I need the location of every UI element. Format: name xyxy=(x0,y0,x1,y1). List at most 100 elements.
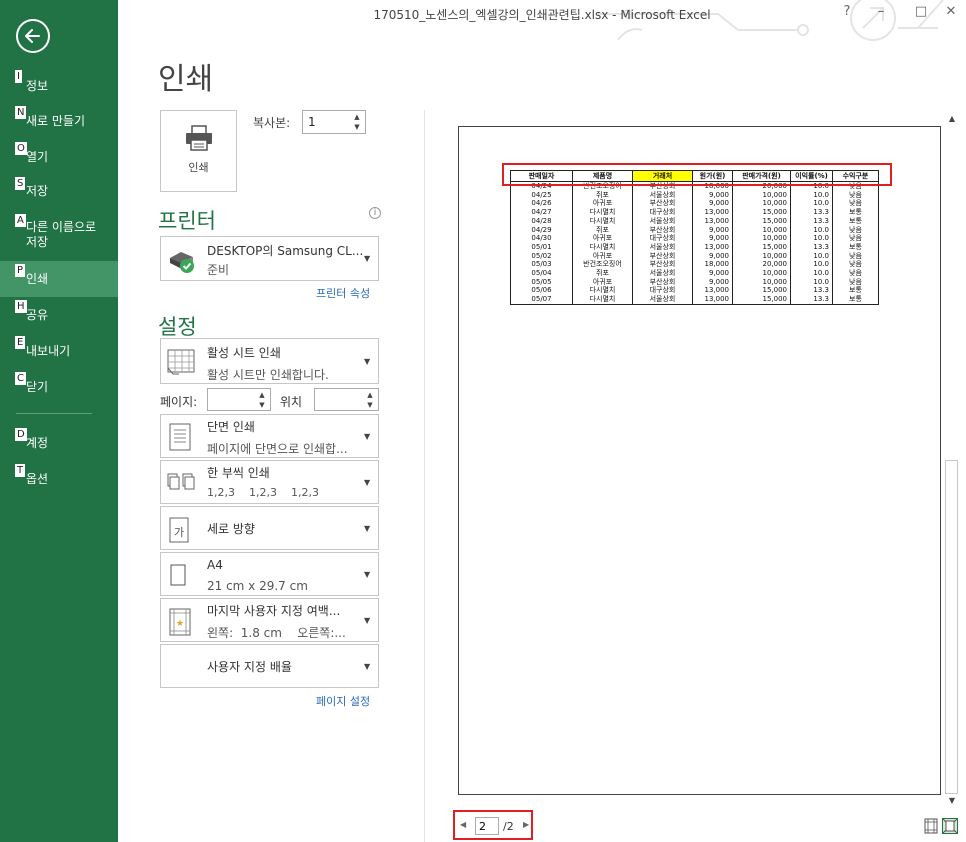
spin-up-icon[interactable]: ▲ xyxy=(364,390,376,400)
settings-heading: 설정 xyxy=(158,315,197,339)
spin-down-icon[interactable]: ▼ xyxy=(256,400,268,410)
nav-label: 열기 xyxy=(26,150,49,164)
table-cell: 대구상회 xyxy=(632,234,693,243)
table-cell: 보통 xyxy=(832,242,879,252)
table-cell: 15,000 xyxy=(732,295,791,305)
table-cell: 서울상회 xyxy=(632,269,693,278)
table-row: 04/26 아귀포 부산상회 9,000 10,000 10.0 낮음 xyxy=(510,199,879,209)
pane-divider xyxy=(424,110,425,842)
nav-new[interactable]: N 새로 만들기 xyxy=(0,106,118,136)
chevron-down-icon: ▼ xyxy=(364,478,371,487)
copies-spinner: ▲ ▼ xyxy=(302,110,366,134)
table-cell: 보통 xyxy=(832,286,879,296)
paper-size-dropdown[interactable]: A4 21 cm x 29.7 cm ▼ xyxy=(160,552,379,596)
printer-status: 준비 xyxy=(207,263,230,277)
table-cell: 9,000 xyxy=(692,190,733,200)
sides-title: 단면 인쇄 xyxy=(207,420,255,434)
table-cell: 서울상회 xyxy=(632,216,693,226)
keytip: D xyxy=(15,428,27,441)
nav-account[interactable]: D 계정 xyxy=(0,428,118,458)
minimize-button[interactable]: – xyxy=(870,4,892,24)
table-cell: 05/01 xyxy=(510,242,573,252)
nav-save-as[interactable]: A 다른 이름으로 저장 xyxy=(0,214,118,256)
scroll-up-icon[interactable]: ▲ xyxy=(945,112,959,126)
table-cell: 대구상회 xyxy=(632,208,693,217)
table-cell: 9,000 xyxy=(692,225,733,235)
scrollbar-thumb[interactable] xyxy=(945,460,958,794)
copies-input[interactable] xyxy=(303,111,347,133)
close-button[interactable]: ✕ xyxy=(940,4,962,24)
current-page-input[interactable] xyxy=(475,817,499,835)
table-cell: 9,000 xyxy=(692,199,733,209)
table-cell: 15,000 xyxy=(732,208,791,217)
nav-close[interactable]: C 닫기 xyxy=(0,372,118,402)
vertical-scrollbar[interactable]: ▲ ▼ xyxy=(944,110,960,810)
nav-print[interactable]: P 인쇄 xyxy=(0,261,118,297)
nav-export[interactable]: E 내보내기 xyxy=(0,336,118,366)
collate-dropdown[interactable]: 한 부씩 인쇄 1,2,3 1,2,3 1,2,3 ▼ xyxy=(160,460,379,504)
pages-to-input[interactable]: ▲ ▼ xyxy=(314,388,379,411)
show-margins-icon[interactable] xyxy=(923,818,939,834)
sides-subtitle: 페이지에 단면으로 인쇄합... xyxy=(207,442,348,456)
page-navigator: ◀ /2 ▶ xyxy=(453,810,533,840)
table-cell: 쥐포 xyxy=(572,225,633,235)
paper-icon xyxy=(170,564,186,586)
info-icon[interactable]: i xyxy=(369,207,381,219)
table-cell: 10,000 xyxy=(732,190,791,200)
printer-heading: 프린터 xyxy=(158,209,216,233)
keytip: E xyxy=(15,336,26,349)
printer-properties-link[interactable]: 프린터 속성 xyxy=(316,285,370,301)
orientation-dropdown[interactable]: 가 세로 방향 ▼ xyxy=(160,506,379,550)
table-cell: 13,000 xyxy=(692,242,733,252)
table-cell: 대구상회 xyxy=(632,286,693,296)
table-row: 05/06 다시멸치 대구상회 13,000 15,000 13.3 보통 xyxy=(510,286,879,296)
table-cell: 05/04 xyxy=(510,269,573,278)
printer-icon xyxy=(185,125,212,151)
nav-share[interactable]: H 공유 xyxy=(0,300,118,330)
table-cell: 보통 xyxy=(832,216,879,226)
excel-backstage: I 정보 N 새로 만들기 O 열기 S 저장 A 다른 이름으로 저장 P 인… xyxy=(0,0,966,842)
pages-from-input[interactable]: ▲ ▼ xyxy=(207,388,271,411)
spin-up-icon[interactable]: ▲ xyxy=(256,390,268,400)
print-what-dropdown[interactable]: 활성 시트 인쇄 활성 시트만 인쇄합니다. ▼ xyxy=(160,338,379,384)
spin-down-icon[interactable]: ▼ xyxy=(364,400,376,410)
table-cell: 10,000 xyxy=(732,234,791,243)
help-button[interactable]: ? xyxy=(836,4,858,24)
table-cell: 13.3 xyxy=(790,286,833,296)
table-row: 05/01 다시멸치 서울상회 13,000 15,000 13.3 보통 xyxy=(510,242,879,252)
chevron-down-icon: ▼ xyxy=(364,570,371,579)
nav-save[interactable]: S 저장 xyxy=(0,174,118,210)
nav-label: 계정 xyxy=(26,436,49,450)
table-cell: 낮음 xyxy=(832,269,879,278)
table-cell: 10.0 xyxy=(790,190,833,200)
scaling-dropdown[interactable]: 사용자 지정 배율 ▼ xyxy=(160,644,379,688)
nav-info[interactable]: I 정보 xyxy=(0,70,118,100)
svg-text:★: ★ xyxy=(176,619,184,629)
table-cell: 04/25 xyxy=(510,190,573,200)
nav-options[interactable]: T 옵션 xyxy=(0,464,118,494)
print-button[interactable]: 인쇄 xyxy=(160,110,237,192)
page-setup-link[interactable]: 페이지 설정 xyxy=(316,693,370,709)
prev-page-icon[interactable]: ◀ xyxy=(460,820,466,829)
margins-dropdown[interactable]: ★ 마지막 사용자 지정 여백... 왼쪽: 1.8 cm 오른쪽:... ▼ xyxy=(160,598,379,642)
maximize-button[interactable]: □ xyxy=(910,4,932,24)
spin-up-icon[interactable]: ▲ xyxy=(351,112,363,122)
table-cell: 20,000 xyxy=(732,260,791,270)
nav-label: 다른 이름으로 저장 xyxy=(26,220,97,249)
paper-title: A4 xyxy=(207,558,223,572)
table-cell: 9,000 xyxy=(692,269,733,278)
nav-label: 내보내기 xyxy=(26,344,71,358)
spin-down-icon[interactable]: ▼ xyxy=(351,122,363,132)
printer-dropdown[interactable]: DESKTOP의 Samsung CL... 준비 ▼ xyxy=(160,236,379,281)
zoom-page-icon[interactable] xyxy=(942,818,958,834)
sides-dropdown[interactable]: 단면 인쇄 페이지에 단면으로 인쇄합... ▼ xyxy=(160,414,379,458)
table-cell: 04/26 xyxy=(510,199,573,209)
next-page-icon[interactable]: ▶ xyxy=(523,820,529,829)
scroll-down-icon[interactable]: ▼ xyxy=(945,794,959,808)
backstage-sidebar: I 정보 N 새로 만들기 O 열기 S 저장 A 다른 이름으로 저장 P 인… xyxy=(0,0,118,842)
sheet-grid-icon xyxy=(167,349,195,375)
nav-open[interactable]: O 열기 xyxy=(0,142,118,172)
back-button[interactable] xyxy=(16,19,50,53)
single-sided-icon xyxy=(169,423,191,451)
table-cell: 다시멸치 xyxy=(572,208,633,217)
